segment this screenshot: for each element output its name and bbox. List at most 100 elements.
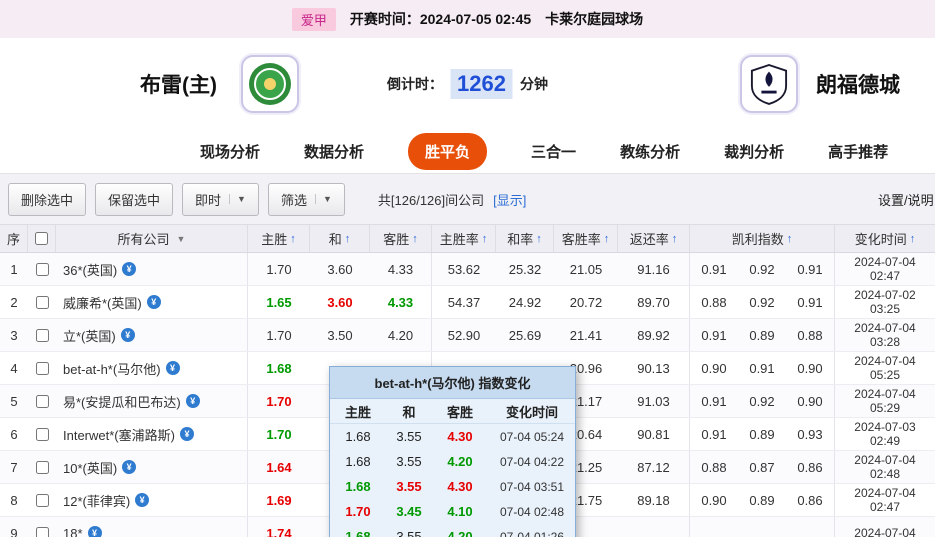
col-home-rate[interactable]: 主胜率 ↑ xyxy=(432,225,496,252)
row-checkbox[interactable] xyxy=(35,295,49,309)
col-return-rate[interactable]: 返还率 ↑ xyxy=(618,225,690,252)
company-info-icon[interactable]: ¥ xyxy=(120,328,135,342)
popup-row: 1.68 3.55 4.30 07-04 05:24 xyxy=(345,429,565,444)
company-name: 18* xyxy=(63,525,83,537)
change-time: 2024-07-03 02:49 xyxy=(854,419,916,448)
company-cell[interactable]: 威廉希*(英国) ¥ xyxy=(56,286,248,318)
row-checkbox[interactable] xyxy=(35,427,49,441)
col-select[interactable] xyxy=(28,225,56,252)
countdown: 倒计时： 1262 分钟 xyxy=(387,69,548,99)
company-info-icon[interactable]: ¥ xyxy=(135,493,150,507)
col-change-time[interactable]: 变化时间 ↑ xyxy=(835,225,935,252)
company-cell[interactable]: 易*(安提瓜和巴布达) ¥ xyxy=(56,385,248,417)
kelly-draw: 0.87 xyxy=(749,459,775,475)
company-name: 易*(安提瓜和巴布达) xyxy=(63,394,181,410)
company-cell[interactable]: Interwet*(塞浦路斯) ¥ xyxy=(56,418,248,450)
return-rate: 89.92 xyxy=(618,319,690,351)
kelly-home: 0.90 xyxy=(701,360,727,376)
away-team-name: 朗福德城 xyxy=(816,74,900,97)
kelly-home: 0.91 xyxy=(701,393,727,409)
company-name: 10*(英国) xyxy=(63,460,118,476)
company-info-icon[interactable]: ¥ xyxy=(185,394,200,408)
row-checkbox[interactable] xyxy=(35,526,49,537)
row-select[interactable] xyxy=(28,418,56,450)
table-row[interactable]: 3 立*(英国) ¥ 1.70 3.50 4.20 52.90 25.69 21.… xyxy=(0,319,935,352)
table-row[interactable]: 1 36*(英国) ¥ 1.70 3.60 4.33 53.62 25.32 21… xyxy=(0,253,935,286)
col-no: 序 xyxy=(0,225,28,252)
col-draw-odds[interactable]: 和 ↑ xyxy=(310,225,370,252)
company-cell[interactable]: 12*(菲律宾) ¥ xyxy=(56,484,248,516)
settings-link[interactable]: 设置/说明 xyxy=(878,190,934,209)
row-select[interactable] xyxy=(28,451,56,483)
row-checkbox[interactable] xyxy=(35,328,49,342)
popup-title: bet-at-h*(马尔他) 指数变化 xyxy=(330,367,575,399)
company-info-icon[interactable]: ¥ xyxy=(122,262,137,276)
company-cell[interactable]: 10*(英国) ¥ xyxy=(56,451,248,483)
change-time: 2024-07-02 03:25 xyxy=(854,287,916,316)
col-home-odds[interactable]: 主胜 ↑ xyxy=(248,225,310,252)
kelly-draw: 0.91 xyxy=(749,360,775,376)
sort-asc-icon: ↑ xyxy=(412,232,418,245)
row-checkbox[interactable] xyxy=(35,262,49,276)
row-select[interactable] xyxy=(28,319,56,351)
company-info-icon[interactable]: ¥ xyxy=(179,427,194,441)
tab-coach-analysis[interactable]: 教练分析 xyxy=(620,141,680,162)
league-badge[interactable]: 爱甲 xyxy=(291,7,336,31)
show-link[interactable]: [显示] xyxy=(493,190,526,209)
row-select[interactable] xyxy=(28,484,56,516)
col-kelly-index[interactable]: 凯利指数 ↑ xyxy=(690,225,835,252)
kelly-home: 0.88 xyxy=(701,459,727,475)
kelly-away: 0.90 xyxy=(786,352,835,384)
countdown-label: 倒计时： xyxy=(387,76,444,92)
company-cell[interactable]: 18* ¥ xyxy=(56,517,248,537)
tab-expert-picks[interactable]: 高手推荐 xyxy=(828,141,888,162)
company-info-icon[interactable]: ¥ xyxy=(122,460,137,474)
instant-dropdown[interactable]: 即时 ▼ xyxy=(182,182,259,216)
change-time: 2024-07-04 03:28 xyxy=(854,320,916,349)
table-row[interactable]: 2 威廉希*(英国) ¥ 1.65 3.60 4.33 54.37 24.92 2… xyxy=(0,286,935,319)
tab-referee-analysis[interactable]: 裁判分析 xyxy=(724,141,784,162)
tab-three-in-one[interactable]: 三合一 xyxy=(531,141,576,162)
kelly-away: 0.91 xyxy=(786,253,835,285)
company-info-icon[interactable]: ¥ xyxy=(165,361,180,375)
draw-rate: 24.92 xyxy=(508,294,542,310)
row-number: 9 xyxy=(10,525,18,537)
tab-live-analysis[interactable]: 现场分析 xyxy=(200,141,260,162)
company-cell[interactable]: 立*(英国) ¥ xyxy=(56,319,248,351)
row-checkbox[interactable] xyxy=(35,394,49,408)
select-all-checkbox[interactable] xyxy=(35,232,48,245)
row-number: 1 xyxy=(10,261,18,277)
company-filter-icon[interactable]: ▼ xyxy=(177,234,186,244)
odds-draw: 3.50 xyxy=(327,327,353,343)
company-cell[interactable]: 36*(英国) ¥ xyxy=(56,253,248,285)
company-name: bet-at-h*(马尔他) xyxy=(63,361,161,377)
row-select[interactable] xyxy=(28,253,56,285)
delete-selected-button[interactable]: 删除选中 xyxy=(8,182,87,216)
tab-win-draw-lose[interactable]: 胜平负 xyxy=(408,133,488,170)
row-checkbox[interactable] xyxy=(35,460,49,474)
company-info-icon[interactable]: ¥ xyxy=(146,295,161,309)
change-time: 2024-07-04 05:25 xyxy=(854,353,916,382)
venue-name: 卡莱尔庭园球场 xyxy=(545,11,644,27)
row-select[interactable] xyxy=(28,517,56,537)
row-checkbox[interactable] xyxy=(35,493,49,507)
row-checkbox[interactable] xyxy=(35,361,49,375)
analysis-tabs: 现场分析 数据分析 胜平负 三合一 教练分析 裁判分析 高手推荐 xyxy=(0,130,935,174)
company-name: 36*(英国) xyxy=(63,262,118,278)
row-select[interactable] xyxy=(28,385,56,417)
col-away-rate[interactable]: 客胜率 ↑ xyxy=(554,225,618,252)
sort-asc-icon: ↑ xyxy=(536,232,542,245)
row-select[interactable] xyxy=(28,352,56,384)
sort-asc-icon: ↑ xyxy=(344,232,351,245)
company-info-icon[interactable]: ¥ xyxy=(87,526,102,537)
tab-data-analysis[interactable]: 数据分析 xyxy=(304,141,364,162)
change-time: 2024-07-04 05:29 xyxy=(854,386,916,415)
kelly-away: 0.90 xyxy=(786,385,835,417)
filter-dropdown[interactable]: 筛选 ▼ xyxy=(267,182,345,216)
row-select[interactable] xyxy=(28,286,56,318)
keep-selected-button[interactable]: 保留选中 xyxy=(95,182,174,216)
col-draw-rate[interactable]: 和率 ↑ xyxy=(496,225,554,252)
col-company[interactable]: 所有公司 ▼ xyxy=(56,225,248,252)
col-away-odds[interactable]: 客胜 ↑ xyxy=(370,225,432,252)
company-cell[interactable]: bet-at-h*(马尔他) ¥ xyxy=(56,352,248,384)
